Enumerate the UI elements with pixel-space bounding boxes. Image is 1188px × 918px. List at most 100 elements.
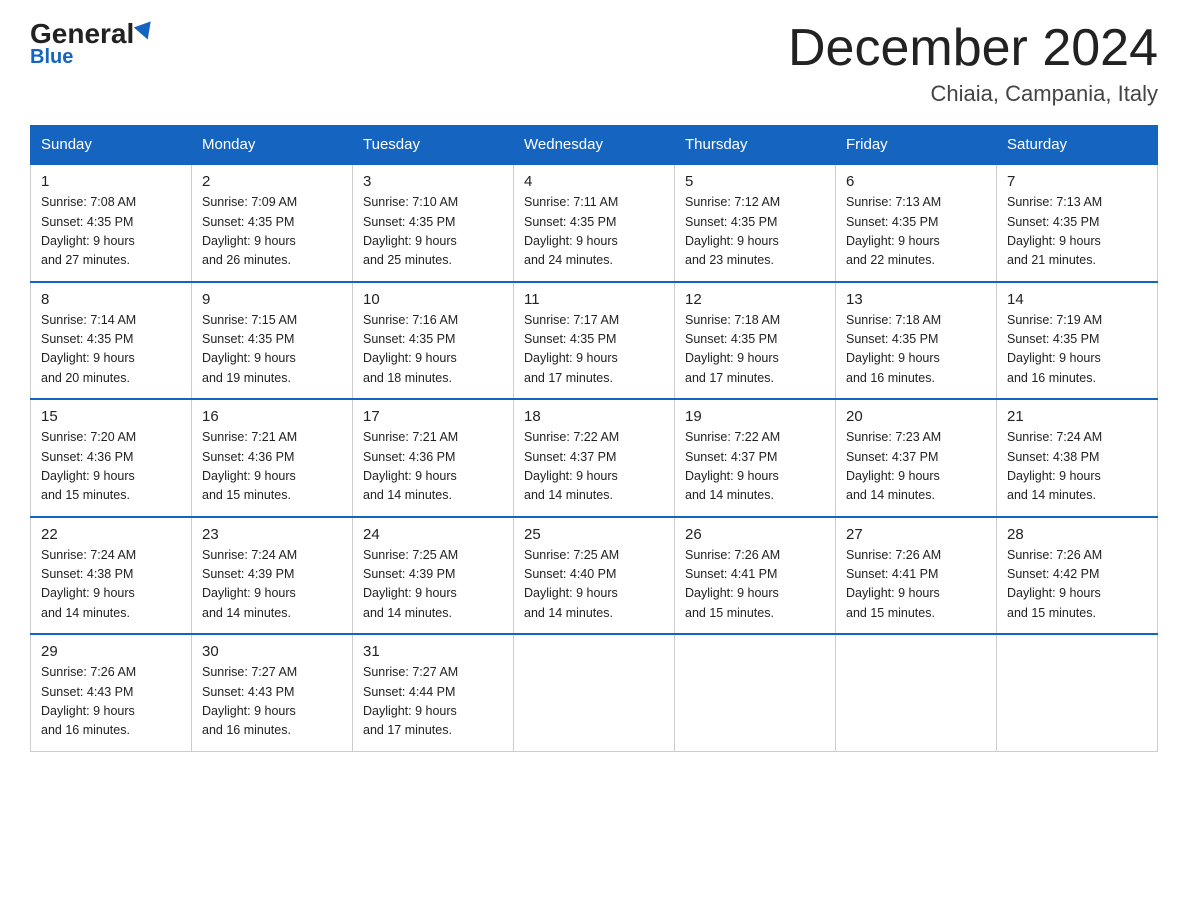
- day-info: Sunrise: 7:09 AM Sunset: 4:35 PM Dayligh…: [202, 193, 342, 271]
- day-number: 24: [363, 526, 503, 543]
- weekday-wednesday: Wednesday: [514, 126, 675, 165]
- calendar-cell: 15 Sunrise: 7:20 AM Sunset: 4:36 PM Dayl…: [31, 399, 192, 517]
- calendar-week-row: 22 Sunrise: 7:24 AM Sunset: 4:38 PM Dayl…: [31, 517, 1158, 635]
- calendar-cell: 2 Sunrise: 7:09 AM Sunset: 4:35 PM Dayli…: [192, 164, 353, 282]
- day-number: 20: [846, 408, 986, 425]
- calendar-cell: 24 Sunrise: 7:25 AM Sunset: 4:39 PM Dayl…: [353, 517, 514, 635]
- calendar-cell: 18 Sunrise: 7:22 AM Sunset: 4:37 PM Dayl…: [514, 399, 675, 517]
- calendar-cell: 9 Sunrise: 7:15 AM Sunset: 4:35 PM Dayli…: [192, 282, 353, 400]
- day-number: 21: [1007, 408, 1147, 425]
- calendar-cell: 23 Sunrise: 7:24 AM Sunset: 4:39 PM Dayl…: [192, 517, 353, 635]
- calendar-cell: 6 Sunrise: 7:13 AM Sunset: 4:35 PM Dayli…: [836, 164, 997, 282]
- day-number: 15: [41, 408, 181, 425]
- day-info: Sunrise: 7:13 AM Sunset: 4:35 PM Dayligh…: [846, 193, 986, 271]
- calendar-cell: 5 Sunrise: 7:12 AM Sunset: 4:35 PM Dayli…: [675, 164, 836, 282]
- weekday-thursday: Thursday: [675, 126, 836, 165]
- day-info: Sunrise: 7:26 AM Sunset: 4:43 PM Dayligh…: [41, 663, 181, 741]
- day-info: Sunrise: 7:21 AM Sunset: 4:36 PM Dayligh…: [202, 428, 342, 506]
- day-info: Sunrise: 7:18 AM Sunset: 4:35 PM Dayligh…: [685, 311, 825, 389]
- day-info: Sunrise: 7:15 AM Sunset: 4:35 PM Dayligh…: [202, 311, 342, 389]
- calendar-table: SundayMondayTuesdayWednesdayThursdayFrid…: [30, 125, 1158, 752]
- day-info: Sunrise: 7:18 AM Sunset: 4:35 PM Dayligh…: [846, 311, 986, 389]
- day-number: 28: [1007, 526, 1147, 543]
- day-info: Sunrise: 7:14 AM Sunset: 4:35 PM Dayligh…: [41, 311, 181, 389]
- calendar-cell: 11 Sunrise: 7:17 AM Sunset: 4:35 PM Dayl…: [514, 282, 675, 400]
- day-number: 19: [685, 408, 825, 425]
- day-number: 22: [41, 526, 181, 543]
- calendar-cell: 7 Sunrise: 7:13 AM Sunset: 4:35 PM Dayli…: [997, 164, 1158, 282]
- title-area: December 2024 Chiaia, Campania, Italy: [788, 20, 1158, 107]
- day-info: Sunrise: 7:13 AM Sunset: 4:35 PM Dayligh…: [1007, 193, 1147, 271]
- day-number: 26: [685, 526, 825, 543]
- calendar-cell: 17 Sunrise: 7:21 AM Sunset: 4:36 PM Dayl…: [353, 399, 514, 517]
- calendar-cell: 8 Sunrise: 7:14 AM Sunset: 4:35 PM Dayli…: [31, 282, 192, 400]
- calendar-cell: 26 Sunrise: 7:26 AM Sunset: 4:41 PM Dayl…: [675, 517, 836, 635]
- weekday-sunday: Sunday: [31, 126, 192, 165]
- day-number: 23: [202, 526, 342, 543]
- day-number: 27: [846, 526, 986, 543]
- calendar-cell: 27 Sunrise: 7:26 AM Sunset: 4:41 PM Dayl…: [836, 517, 997, 635]
- day-number: 11: [524, 291, 664, 308]
- day-info: Sunrise: 7:22 AM Sunset: 4:37 PM Dayligh…: [685, 428, 825, 506]
- calendar-cell: 21 Sunrise: 7:24 AM Sunset: 4:38 PM Dayl…: [997, 399, 1158, 517]
- day-info: Sunrise: 7:24 AM Sunset: 4:39 PM Dayligh…: [202, 546, 342, 624]
- calendar-cell: 14 Sunrise: 7:19 AM Sunset: 4:35 PM Dayl…: [997, 282, 1158, 400]
- day-number: 25: [524, 526, 664, 543]
- day-number: 14: [1007, 291, 1147, 308]
- weekday-tuesday: Tuesday: [353, 126, 514, 165]
- day-number: 31: [363, 643, 503, 660]
- day-number: 3: [363, 173, 503, 190]
- month-title: December 2024: [788, 20, 1158, 77]
- logo-area: General Blue: [30, 20, 154, 69]
- calendar-cell: 31 Sunrise: 7:27 AM Sunset: 4:44 PM Dayl…: [353, 634, 514, 751]
- logo-blue: Blue: [30, 46, 73, 69]
- day-number: 9: [202, 291, 342, 308]
- logo-triangle-icon: [134, 21, 156, 42]
- day-number: 8: [41, 291, 181, 308]
- day-info: Sunrise: 7:23 AM Sunset: 4:37 PM Dayligh…: [846, 428, 986, 506]
- calendar-cell: 13 Sunrise: 7:18 AM Sunset: 4:35 PM Dayl…: [836, 282, 997, 400]
- day-info: Sunrise: 7:27 AM Sunset: 4:43 PM Dayligh…: [202, 663, 342, 741]
- calendar-week-row: 29 Sunrise: 7:26 AM Sunset: 4:43 PM Dayl…: [31, 634, 1158, 751]
- day-info: Sunrise: 7:26 AM Sunset: 4:41 PM Dayligh…: [846, 546, 986, 624]
- day-info: Sunrise: 7:17 AM Sunset: 4:35 PM Dayligh…: [524, 311, 664, 389]
- calendar-cell: 19 Sunrise: 7:22 AM Sunset: 4:37 PM Dayl…: [675, 399, 836, 517]
- calendar-cell: 3 Sunrise: 7:10 AM Sunset: 4:35 PM Dayli…: [353, 164, 514, 282]
- weekday-monday: Monday: [192, 126, 353, 165]
- day-info: Sunrise: 7:19 AM Sunset: 4:35 PM Dayligh…: [1007, 311, 1147, 389]
- day-info: Sunrise: 7:21 AM Sunset: 4:36 PM Dayligh…: [363, 428, 503, 506]
- calendar-cell: 1 Sunrise: 7:08 AM Sunset: 4:35 PM Dayli…: [31, 164, 192, 282]
- day-number: 30: [202, 643, 342, 660]
- calendar-cell: 4 Sunrise: 7:11 AM Sunset: 4:35 PM Dayli…: [514, 164, 675, 282]
- calendar-cell: 25 Sunrise: 7:25 AM Sunset: 4:40 PM Dayl…: [514, 517, 675, 635]
- day-number: 7: [1007, 173, 1147, 190]
- calendar-cell: 30 Sunrise: 7:27 AM Sunset: 4:43 PM Dayl…: [192, 634, 353, 751]
- calendar-cell: 28 Sunrise: 7:26 AM Sunset: 4:42 PM Dayl…: [997, 517, 1158, 635]
- day-number: 17: [363, 408, 503, 425]
- day-info: Sunrise: 7:16 AM Sunset: 4:35 PM Dayligh…: [363, 311, 503, 389]
- calendar-week-row: 8 Sunrise: 7:14 AM Sunset: 4:35 PM Dayli…: [31, 282, 1158, 400]
- day-info: Sunrise: 7:25 AM Sunset: 4:39 PM Dayligh…: [363, 546, 503, 624]
- day-number: 2: [202, 173, 342, 190]
- day-info: Sunrise: 7:27 AM Sunset: 4:44 PM Dayligh…: [363, 663, 503, 741]
- day-number: 1: [41, 173, 181, 190]
- day-number: 18: [524, 408, 664, 425]
- calendar-cell: 20 Sunrise: 7:23 AM Sunset: 4:37 PM Dayl…: [836, 399, 997, 517]
- day-number: 10: [363, 291, 503, 308]
- logo-general: General: [30, 20, 134, 48]
- day-info: Sunrise: 7:24 AM Sunset: 4:38 PM Dayligh…: [41, 546, 181, 624]
- day-info: Sunrise: 7:10 AM Sunset: 4:35 PM Dayligh…: [363, 193, 503, 271]
- day-number: 6: [846, 173, 986, 190]
- day-number: 5: [685, 173, 825, 190]
- day-info: Sunrise: 7:26 AM Sunset: 4:41 PM Dayligh…: [685, 546, 825, 624]
- location-title: Chiaia, Campania, Italy: [788, 81, 1158, 107]
- day-number: 16: [202, 408, 342, 425]
- weekday-friday: Friday: [836, 126, 997, 165]
- day-info: Sunrise: 7:25 AM Sunset: 4:40 PM Dayligh…: [524, 546, 664, 624]
- calendar-cell: [514, 634, 675, 751]
- day-info: Sunrise: 7:24 AM Sunset: 4:38 PM Dayligh…: [1007, 428, 1147, 506]
- day-number: 12: [685, 291, 825, 308]
- day-info: Sunrise: 7:11 AM Sunset: 4:35 PM Dayligh…: [524, 193, 664, 271]
- calendar-cell: 10 Sunrise: 7:16 AM Sunset: 4:35 PM Dayl…: [353, 282, 514, 400]
- calendar-week-row: 1 Sunrise: 7:08 AM Sunset: 4:35 PM Dayli…: [31, 164, 1158, 282]
